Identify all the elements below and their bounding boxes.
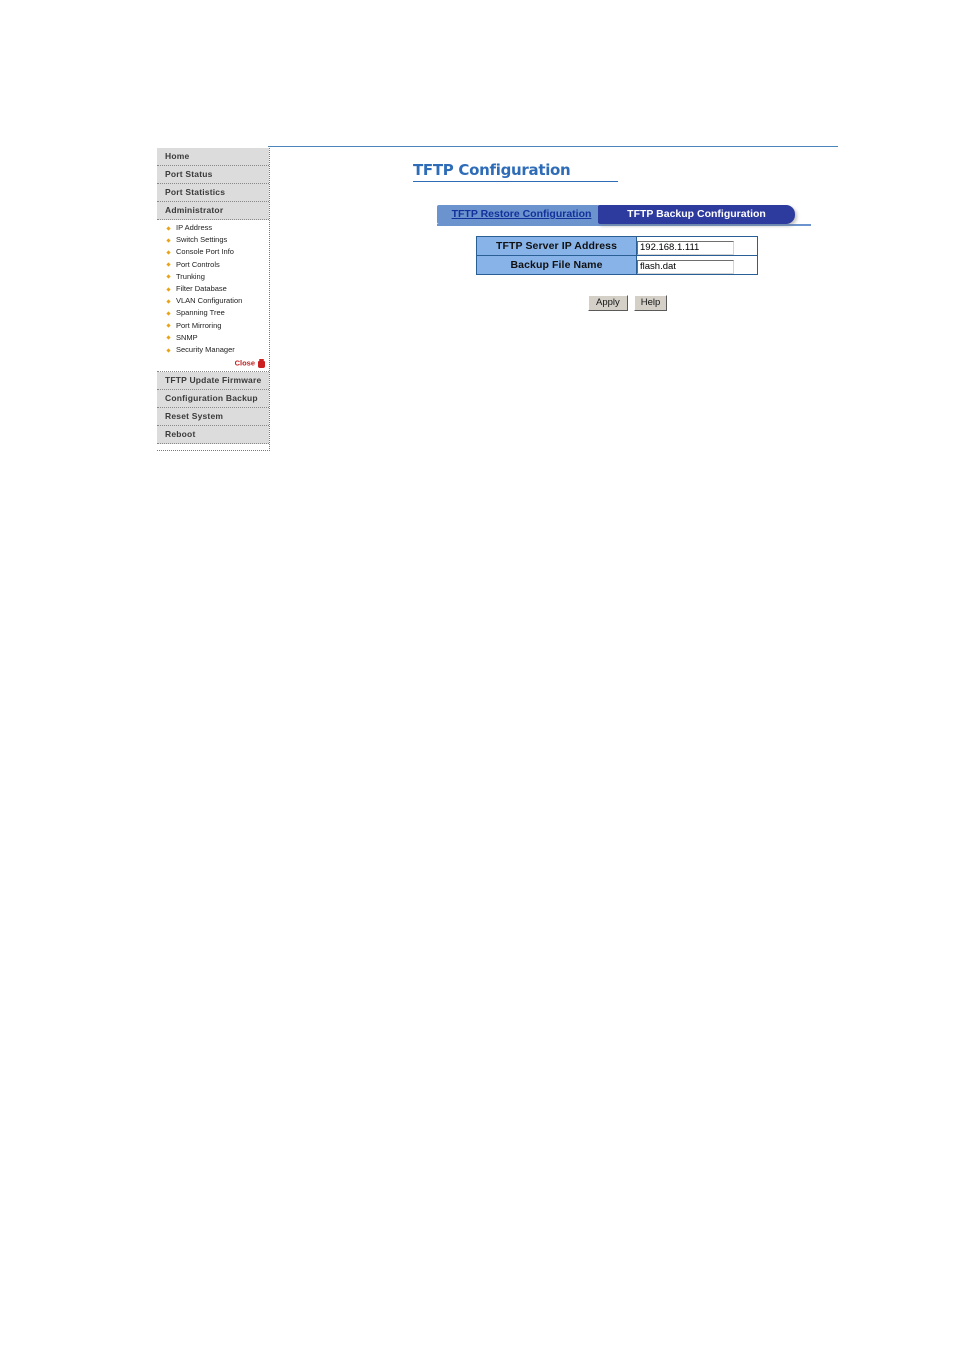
sidebar-item-reboot[interactable]: Reboot xyxy=(157,425,269,444)
sidebar-item-label: Security Manager xyxy=(176,345,235,355)
sidebar-item-label: Console Port Info xyxy=(176,247,234,257)
sidebar-item-label: Switch Settings xyxy=(176,235,228,245)
tab-strip-underline xyxy=(437,224,811,226)
tab-tftp-restore-configuration[interactable]: TFTP Restore Configuration xyxy=(437,205,606,224)
sidebar-item-label: Port Statistics xyxy=(165,187,226,197)
page-title-underline xyxy=(413,181,618,182)
sidebar-close-submenu[interactable]: Close xyxy=(157,356,269,371)
sidebar-item-home[interactable]: Home xyxy=(157,148,269,166)
tab-tftp-backup-configuration[interactable]: TFTP Backup Configuration xyxy=(598,205,795,224)
sidebar-administrator-submenu: IP Address Switch Settings Console Port … xyxy=(157,220,269,372)
sidebar-item-label: Filter Database xyxy=(176,284,227,294)
sidebar-item-console-port-info[interactable]: Console Port Info xyxy=(157,246,269,258)
bullet-diamond-icon xyxy=(166,262,171,267)
sidebar-item-spanning-tree[interactable]: Spanning Tree xyxy=(157,307,269,319)
sidebar-item-switch-settings[interactable]: Switch Settings xyxy=(157,234,269,246)
bullet-diamond-icon xyxy=(166,299,171,304)
sidebar-item-label: Trunking xyxy=(176,271,205,281)
sidebar-item-label: Reboot xyxy=(165,428,196,439)
tab-strip: TFTP Restore Configuration TFTP Backup C… xyxy=(437,205,803,224)
sidebar-item-snmp[interactable]: SNMP xyxy=(157,332,269,344)
backup-file-name-cell xyxy=(636,255,758,275)
page-title-block: TFTP Configuration xyxy=(413,162,623,182)
backup-file-name-label: Backup File Name xyxy=(476,255,637,275)
table-row: TFTP Server IP Address xyxy=(476,236,758,256)
sidebar-item-label: TFTP Update Firmware xyxy=(165,374,262,385)
sidebar-item-tftp-update-firmware[interactable]: TFTP Update Firmware xyxy=(157,371,269,390)
bullet-diamond-icon xyxy=(166,250,171,255)
tftp-backup-form: TFTP Server IP Address Backup File Name xyxy=(476,236,758,275)
header-divider xyxy=(268,146,838,147)
sidebar-navigation: Home Port Status Port Statistics Adminis… xyxy=(157,148,270,451)
bullet-diamond-icon xyxy=(166,274,171,280)
close-label: Close xyxy=(234,358,255,368)
bullet-diamond-icon xyxy=(166,225,171,231)
sidebar-item-label: Home xyxy=(165,151,190,161)
sidebar-item-filter-database[interactable]: Filter Database xyxy=(157,283,269,295)
form-button-row: Apply Help xyxy=(588,295,668,311)
tftp-server-ip-address-label: TFTP Server IP Address xyxy=(476,236,637,256)
sidebar-item-administrator[interactable]: Administrator xyxy=(157,202,269,220)
sidebar-item-vlan-configuration[interactable]: VLAN Configuration xyxy=(157,295,269,307)
tftp-server-ip-address-input[interactable] xyxy=(637,240,734,255)
sidebar-item-ip-address[interactable]: IP Address xyxy=(157,222,269,234)
sidebar-item-label: SNMP xyxy=(176,332,198,342)
backup-file-name-input[interactable] xyxy=(637,259,734,274)
sidebar-item-port-statistics[interactable]: Port Statistics xyxy=(157,184,269,202)
sidebar-item-label: Port Status xyxy=(165,169,213,179)
bullet-diamond-icon xyxy=(166,311,171,316)
page-title: TFTP Configuration xyxy=(413,161,571,179)
bullet-diamond-icon xyxy=(166,348,171,353)
sidebar-item-label: Port Controls xyxy=(176,259,220,269)
bullet-diamond-icon xyxy=(166,323,171,328)
tab-label: TFTP Restore Configuration xyxy=(451,208,592,220)
sidebar-item-label: Port Mirroring xyxy=(176,320,222,330)
sidebar-item-label: Spanning Tree xyxy=(176,308,225,318)
sidebar-item-label: IP Address xyxy=(176,223,213,232)
sidebar-item-port-mirroring[interactable]: Port Mirroring xyxy=(157,320,269,332)
bullet-diamond-icon xyxy=(166,335,171,341)
bullet-diamond-icon xyxy=(166,286,171,292)
sidebar-item-label: Configuration Backup xyxy=(165,392,258,403)
sidebar-item-port-status[interactable]: Port Status xyxy=(157,166,269,184)
help-button[interactable]: Help xyxy=(633,295,668,311)
sidebar-item-configuration-backup[interactable]: Configuration Backup xyxy=(157,389,269,408)
sidebar-item-trunking[interactable]: Trunking xyxy=(157,271,269,283)
apply-button[interactable]: Apply xyxy=(588,295,628,311)
sidebar-item-label: Reset System xyxy=(165,410,224,421)
sidebar-item-label: Administrator xyxy=(165,205,224,215)
tftp-server-ip-address-cell xyxy=(636,236,758,256)
trash-icon xyxy=(258,358,265,368)
table-row: Backup File Name xyxy=(476,255,758,275)
sidebar-item-label: VLAN Configuration xyxy=(176,296,243,306)
sidebar-item-port-controls[interactable]: Port Controls xyxy=(157,259,269,271)
tab-label: TFTP Backup Configuration xyxy=(627,208,766,220)
sidebar-item-security-manager[interactable]: Security Manager xyxy=(157,344,269,356)
bullet-diamond-icon xyxy=(166,238,171,243)
sidebar-item-reset-system[interactable]: Reset System xyxy=(157,407,269,426)
